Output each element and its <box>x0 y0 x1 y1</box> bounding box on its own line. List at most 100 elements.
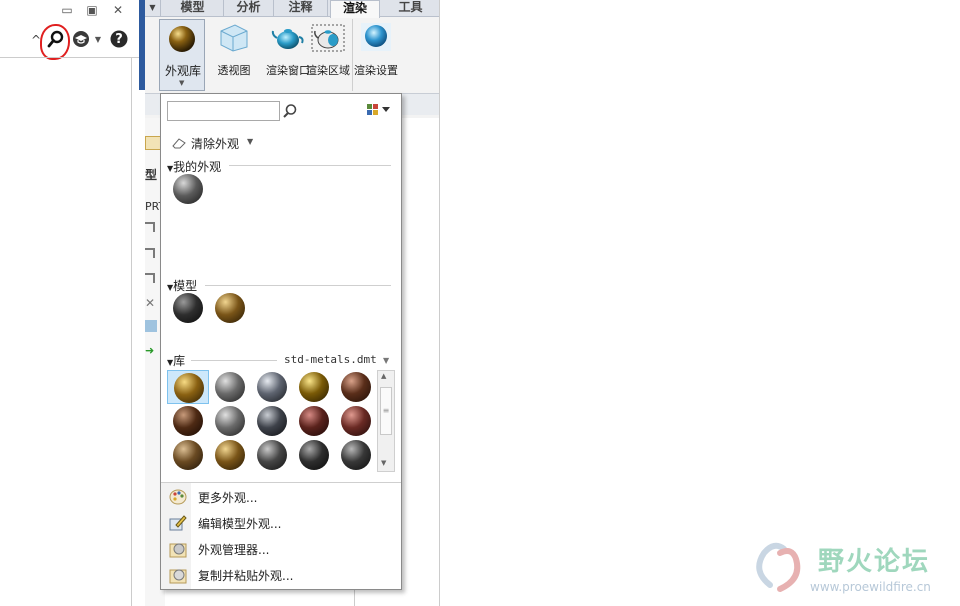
library-swatch[interactable] <box>335 370 377 404</box>
appearance-swatch[interactable] <box>173 293 203 323</box>
section-divider <box>205 285 391 286</box>
plane-icon[interactable] <box>145 248 155 258</box>
footer-divider <box>161 482 401 483</box>
minimize-icon[interactable]: ▭ <box>58 2 76 18</box>
library-swatch[interactable] <box>167 370 209 404</box>
my-appearances-label: 我的外观 <box>173 160 222 174</box>
section-divider <box>191 360 277 361</box>
appearance-swatch <box>257 372 287 402</box>
chevron-down-icon[interactable]: ▼ <box>93 30 103 50</box>
appearance-search-input[interactable] <box>167 101 280 121</box>
close-icon[interactable]: ✕ <box>109 2 127 18</box>
render-settings-button[interactable]: 渲染设置 <box>352 19 398 91</box>
appearance-swatch <box>299 406 329 436</box>
library-swatch[interactable] <box>209 404 251 438</box>
main-vertical-line <box>439 0 440 606</box>
chevron-down-icon: ▼ <box>179 79 185 87</box>
scroll-down-icon[interactable]: ▼ <box>381 459 386 467</box>
tab-render[interactable]: 渲染 <box>330 0 380 18</box>
model-tree-label: 型 <box>145 168 158 182</box>
library-swatch[interactable] <box>251 438 293 472</box>
perspective-label: 透视图 <box>217 64 251 77</box>
scroll-up-icon[interactable]: ▲ <box>381 372 386 380</box>
tab-tools[interactable]: 工具 <box>382 0 440 17</box>
chevron-down-icon[interactable]: ▼ <box>383 356 389 365</box>
tab-annotate[interactable]: 注释 <box>274 0 328 17</box>
library-label: 库 <box>173 354 186 368</box>
help-glyph: ? <box>115 32 123 47</box>
more-appearances-item[interactable]: 更多外观... <box>161 485 401 509</box>
tab-analysis[interactable]: 分析 <box>224 0 274 17</box>
appearance-swatch <box>257 406 287 436</box>
render-region-label: 渲染区域 <box>306 64 350 77</box>
appearance-swatch <box>299 440 329 470</box>
render-window-teapot-icon <box>271 29 304 49</box>
library-swatch[interactable] <box>335 404 377 438</box>
appearance-swatch <box>215 440 245 470</box>
library-swatch[interactable] <box>251 404 293 438</box>
help-icon[interactable]: ? <box>110 30 128 50</box>
chevron-down-icon: ▼ <box>247 137 254 146</box>
folder-icon[interactable] <box>145 136 161 150</box>
view-options-icon[interactable] <box>367 104 393 119</box>
library-swatch[interactable] <box>335 438 377 472</box>
edit-model-appearance-item[interactable]: 编辑模型外观... <box>161 511 401 535</box>
render-settings-label: 渲染设置 <box>354 64 398 77</box>
copy-paste-appearance-item[interactable]: 复制并粘贴外观... <box>161 563 401 587</box>
my-appearances-header[interactable]: ▼我的外观 <box>167 158 221 175</box>
library-swatch[interactable] <box>167 404 209 438</box>
watermark: 野火论坛 www.proewildfire.cn <box>750 535 955 600</box>
section-divider <box>229 165 391 166</box>
watermark-url: www.proewildfire.cn <box>810 580 931 594</box>
appearance-swatch[interactable] <box>173 174 203 204</box>
model-header[interactable]: ▼模型 <box>167 277 197 294</box>
library-scrollbar[interactable]: ▲ ≡ ▼ <box>377 370 395 472</box>
plane-icon[interactable] <box>145 222 155 232</box>
appearance-gallery-label: 外观库 <box>164 64 201 78</box>
library-swatch[interactable] <box>293 404 335 438</box>
library-header[interactable]: ▼库 <box>167 352 185 369</box>
search-icon[interactable] <box>282 103 298 122</box>
render-region-teapot-icon <box>311 24 345 52</box>
appearance-gallery-button[interactable]: 外观库 ▼ <box>159 19 205 91</box>
restore-icon[interactable]: ▣ <box>83 2 101 18</box>
appearance-swatch <box>173 440 203 470</box>
feature-icon[interactable] <box>145 320 157 332</box>
appearance-swatch <box>257 440 287 470</box>
graduation-cap-icon[interactable] <box>72 30 90 50</box>
csys-icon[interactable]: ✕ <box>145 296 155 310</box>
insert-arrow-icon[interactable]: ➜ <box>145 344 154 357</box>
clear-appearance-label: 清除外观 <box>191 137 240 151</box>
perspective-cube-icon <box>220 24 248 52</box>
appearance-swatch[interactable] <box>215 293 245 323</box>
library-swatch[interactable] <box>209 370 251 404</box>
library-file-select[interactable]: std-metals.dmt <box>284 353 377 366</box>
left-divider <box>0 57 140 58</box>
tab-model[interactable]: 模型 <box>162 0 224 17</box>
library-swatch[interactable] <box>209 438 251 472</box>
render-region-button[interactable]: 渲染区域 <box>305 19 351 91</box>
tab-scroll-left-icon[interactable]: ▼ <box>145 0 161 17</box>
scroll-thumb[interactable]: ≡ <box>380 387 392 435</box>
plane-icon[interactable] <box>145 273 155 283</box>
appearance-swatch <box>173 406 203 436</box>
appearance-swatch <box>341 440 371 470</box>
library-swatch[interactable] <box>251 370 293 404</box>
library-swatch[interactable] <box>293 370 335 404</box>
perspective-button[interactable]: 透视图 <box>211 19 257 91</box>
render-settings-icon <box>361 23 391 51</box>
appearance-swatch <box>341 372 371 402</box>
appearance-manager-icon <box>169 543 187 558</box>
copy-paste-appearance-label: 复制并粘贴外观... <box>198 569 294 583</box>
appearance-sphere-icon <box>169 26 195 52</box>
copy-paste-appearance-icon <box>169 569 187 584</box>
library-swatch[interactable] <box>293 438 335 472</box>
model-label: 模型 <box>173 279 198 293</box>
library-swatch[interactable] <box>167 438 209 472</box>
appearance-gallery-popup: 清除外观 ▼ ▼我的外观 ▼模型 ▼库 std-metals.dmt ▼ ▲ ≡… <box>160 93 402 590</box>
edit-appearance-icon <box>169 515 187 531</box>
eraser-icon <box>172 138 186 149</box>
ribbon-tab-bar: ▼ 模型 分析 注释 渲染 工具 <box>145 0 440 18</box>
appearance-manager-item[interactable]: 外观管理器... <box>161 537 401 561</box>
appearance-swatch <box>215 372 245 402</box>
